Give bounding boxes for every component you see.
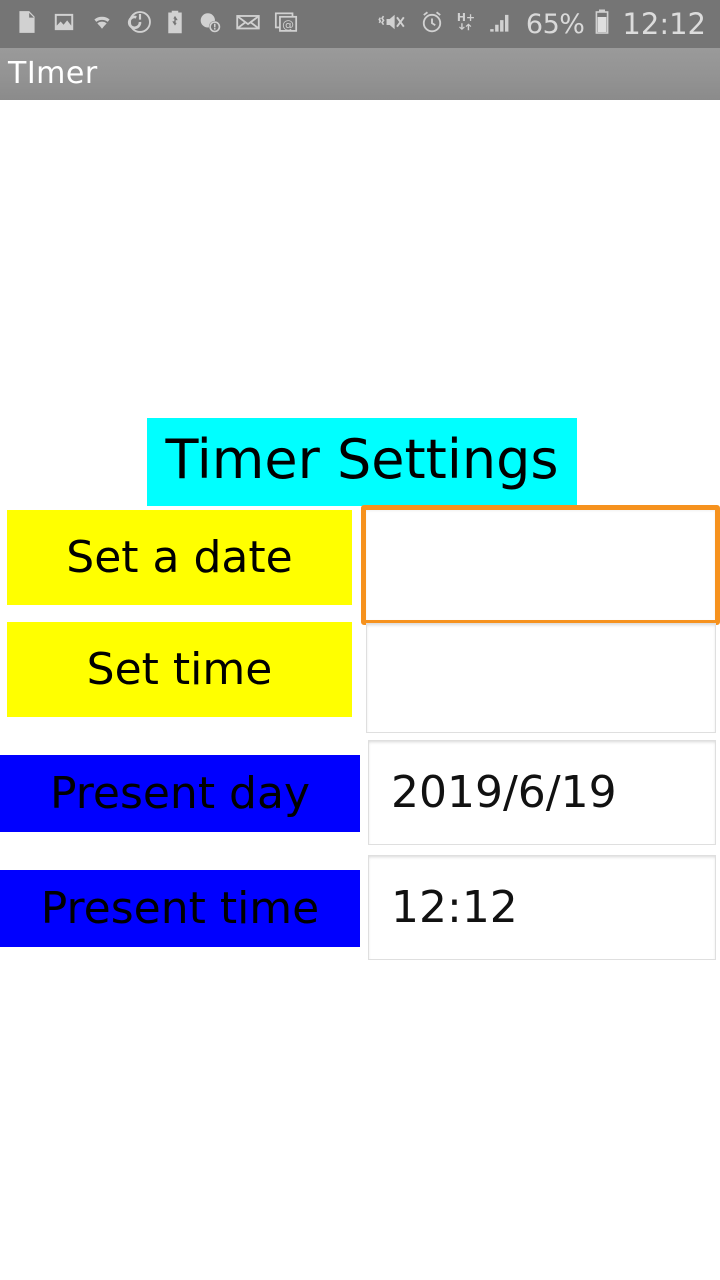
email-at-icon: @ — [273, 9, 299, 39]
present-time-value-box: 12:12 — [368, 855, 716, 960]
present-time-label: Present time — [40, 882, 320, 934]
present-day-value-box: 2019/6/19 — [368, 740, 716, 845]
mute-vibrate-icon — [378, 9, 410, 39]
page-title: Timer Settings — [147, 418, 577, 506]
status-bar-left-icons: @ — [14, 9, 299, 39]
present-time-value: 12:12 — [391, 881, 518, 933]
battery-percent-label: 65% — [525, 8, 585, 40]
present-day-label-box: Present day — [0, 755, 360, 832]
status-bar-clock: 12:12 — [622, 6, 706, 41]
set-a-date-label: Set a date — [66, 531, 293, 583]
status-bar-right-icons: H+ 65% 12:12 — [378, 8, 706, 40]
set-a-date-button[interactable]: Set a date — [7, 510, 352, 605]
battery-saver-icon — [164, 9, 186, 39]
set-a-date-input[interactable] — [361, 505, 720, 625]
image-icon — [51, 9, 77, 39]
present-day-value: 2019/6/19 — [391, 766, 617, 818]
battery-icon — [593, 8, 611, 40]
signal-bars-icon — [487, 9, 517, 39]
alarm-icon — [419, 9, 445, 39]
storage-warning-icon — [197, 9, 223, 39]
main-content: Timer Settings Set a date Set time Prese… — [0, 100, 720, 1280]
present-day-label: Present day — [49, 767, 310, 819]
app-title-bar: TImer — [0, 48, 720, 100]
wifi-icon — [88, 9, 116, 39]
hsdpa-data-icon: H+ — [454, 9, 478, 39]
mail-icon — [234, 9, 262, 39]
app-title: TImer — [8, 56, 98, 91]
present-time-label-box: Present time — [0, 870, 360, 947]
status-bar: @ H+ 65% 12:12 — [0, 0, 720, 48]
set-time-label: Set time — [86, 643, 273, 695]
svg-text:@: @ — [282, 18, 294, 32]
power-saving-icon — [127, 9, 153, 39]
screenshot-icon — [14, 9, 40, 39]
svg-text:H+: H+ — [457, 11, 475, 24]
set-time-input[interactable] — [366, 623, 716, 733]
page-title-label: Timer Settings — [165, 428, 559, 491]
set-time-button[interactable]: Set time — [7, 622, 352, 717]
